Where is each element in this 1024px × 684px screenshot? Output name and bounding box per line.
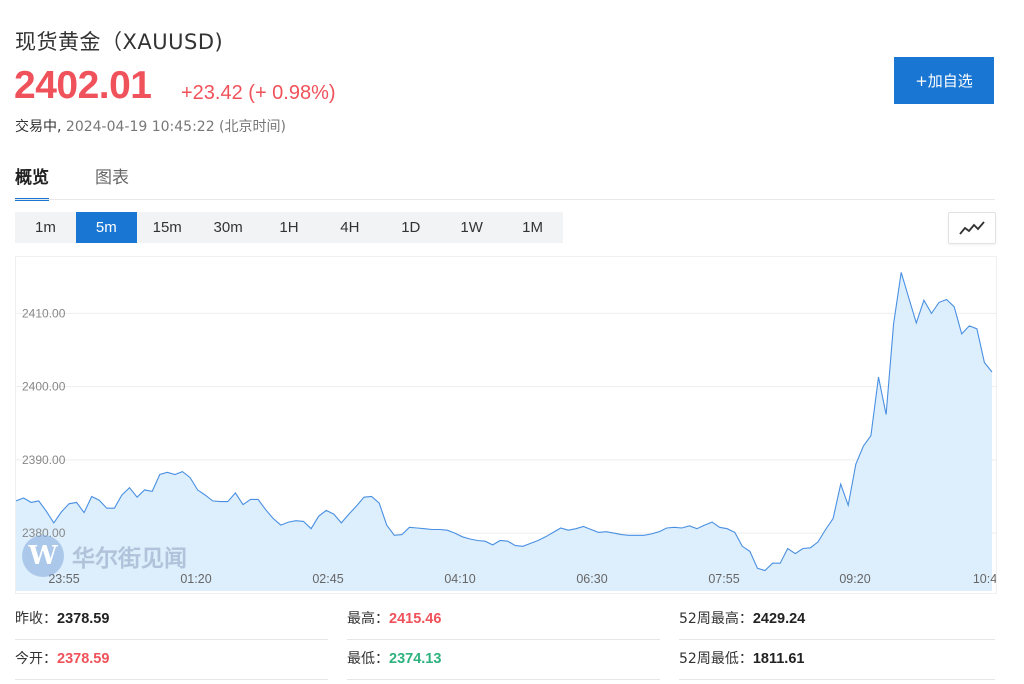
stat-value: 2378.59 <box>57 651 110 667</box>
period-selector: 1m 5m 15m 30m 1H 4H 1D 1W 1M <box>15 212 563 243</box>
period-1h[interactable]: 1H <box>259 212 320 243</box>
stat-value: 1811.61 <box>752 651 805 667</box>
period-4h[interactable]: 4H <box>319 212 380 243</box>
period-1mo[interactable]: 1M <box>502 212 563 243</box>
stat-open: 今开：2378.59 <box>15 643 328 680</box>
y-tick-label: 2390.00 <box>22 453 66 467</box>
current-price: 2402.01 <box>14 64 152 107</box>
period-15m[interactable]: 15m <box>137 212 198 243</box>
trading-state: 交易中, <box>15 119 62 135</box>
x-tick-label: 04:10 <box>444 572 475 586</box>
stat-label: 52周最高： <box>679 611 753 627</box>
stat-label: 52周最低： <box>679 651 753 667</box>
stat-52w-high: 52周最高：2429.24 <box>679 603 995 640</box>
stat-label: 最高： <box>347 611 389 627</box>
x-tick-label: 09:20 <box>839 572 870 586</box>
tab-chart[interactable]: 图表 <box>95 163 129 198</box>
tab-divider <box>15 199 995 200</box>
stat-low: 最低：2374.13 <box>347 643 660 680</box>
stat-52w-low: 52周最低：1811.61 <box>679 643 995 680</box>
x-tick-label: 06:30 <box>576 572 607 586</box>
stat-high: 最高：2415.46 <box>347 603 660 640</box>
price-change: +23.42 (+ 0.98%) <box>181 82 336 104</box>
stat-value: 2378.59 <box>57 611 110 627</box>
line-chart-icon <box>959 221 985 235</box>
stat-label: 最低： <box>347 651 389 667</box>
period-1w[interactable]: 1W <box>441 212 502 243</box>
tab-overview[interactable]: 概览 <box>15 163 49 201</box>
stat-value: 2429.24 <box>752 611 806 627</box>
add-watchlist-button[interactable]: +加自选 <box>894 57 994 104</box>
period-1d[interactable]: 1D <box>380 212 441 243</box>
y-tick-label: 2400.00 <box>22 380 66 394</box>
x-tick-label: 07:55 <box>708 572 739 586</box>
stat-value: 2374.13 <box>389 651 442 667</box>
period-30m[interactable]: 30m <box>198 212 259 243</box>
page-title: 现货黄金（XAUUSD) <box>15 30 224 54</box>
period-1m[interactable]: 1m <box>15 212 76 243</box>
stat-label: 今开： <box>15 651 57 667</box>
y-tick-label: 2410.00 <box>22 306 66 320</box>
trading-time: 2024-04-19 10:45:22 (北京时间) <box>65 119 286 135</box>
watermark-icon: W <box>22 535 64 577</box>
period-5m[interactable]: 5m <box>75 212 137 243</box>
trading-status: 交易中, 2024-04-19 10:45:22 (北京时间) <box>15 116 286 136</box>
chart-type-button[interactable] <box>948 212 996 244</box>
watermark-logo: W 华尔街见闻 <box>22 535 187 577</box>
stat-prev-close: 昨收：2378.59 <box>15 603 328 640</box>
watermark-text: 华尔街见闻 <box>72 545 187 572</box>
stat-value: 2415.46 <box>389 611 442 627</box>
x-tick-label: 10:4 <box>973 572 996 586</box>
x-tick-label: 02:45 <box>312 572 343 586</box>
stat-label: 昨收： <box>15 611 57 627</box>
